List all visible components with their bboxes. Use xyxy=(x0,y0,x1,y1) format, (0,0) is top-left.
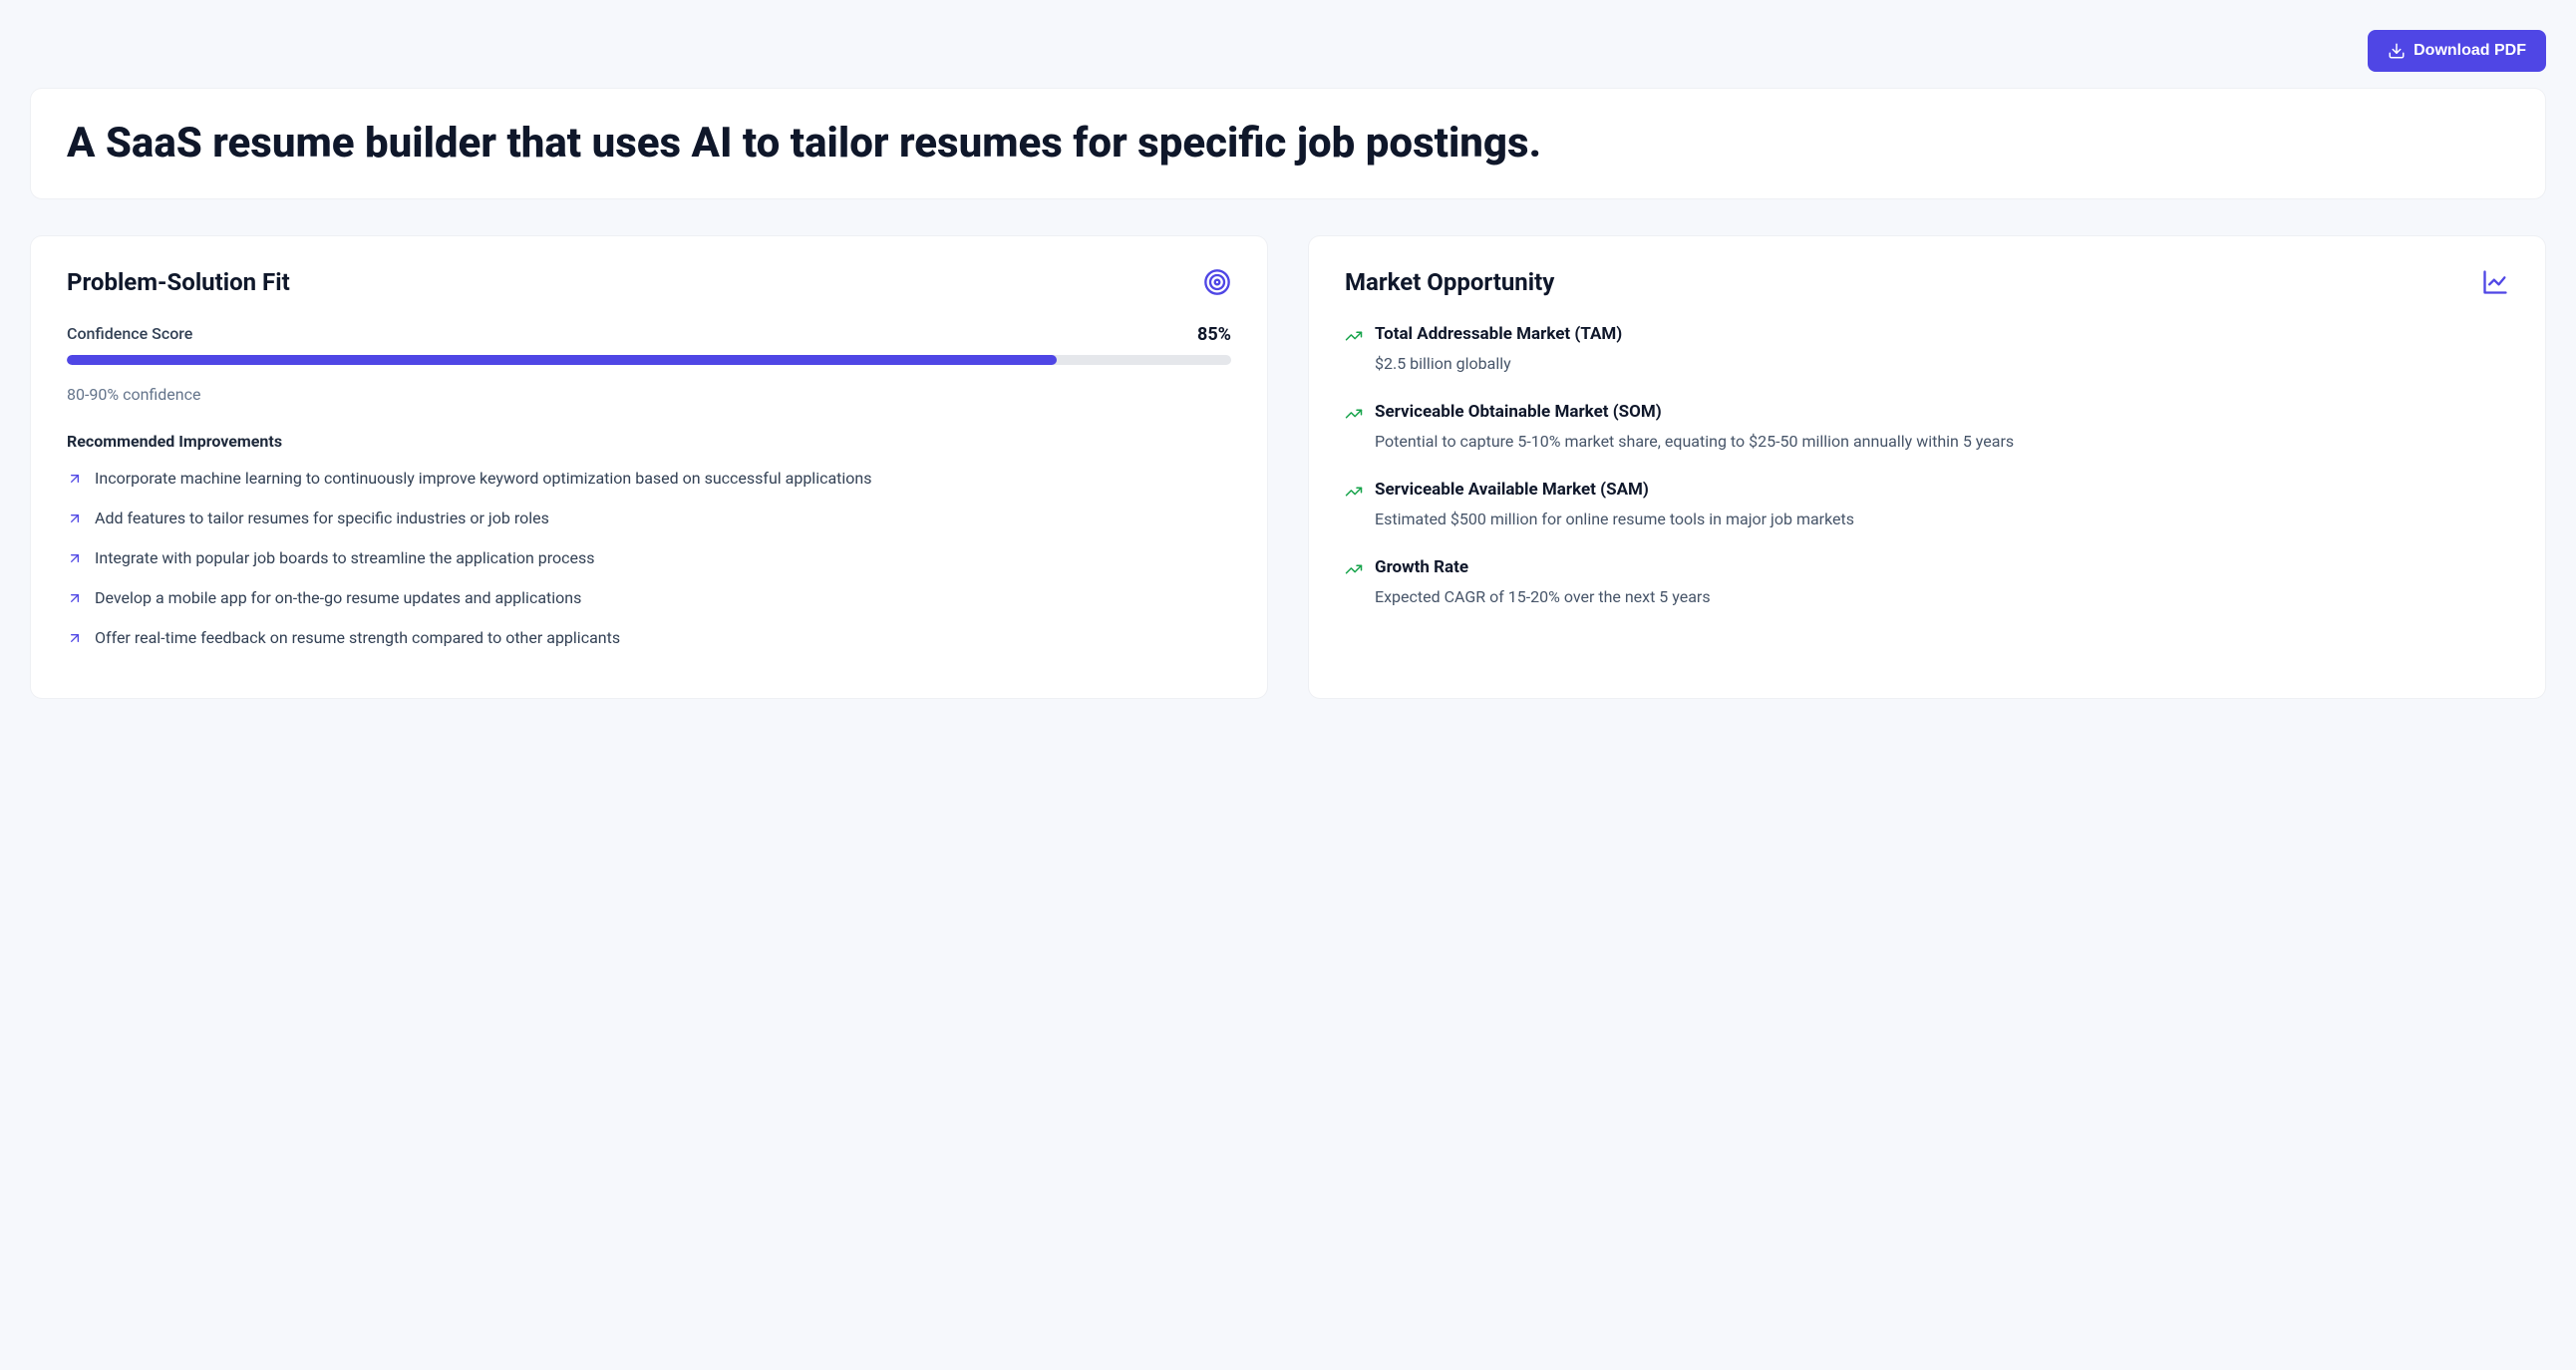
recommendation-text: Offer real-time feedback on resume stren… xyxy=(95,626,620,650)
market-item-title: Total Addressable Market (TAM) xyxy=(1375,324,1622,344)
recommendation-item: Add features to tailor resumes for speci… xyxy=(67,507,1231,530)
title-card: A SaaS resume builder that uses AI to ta… xyxy=(30,88,2546,199)
market-item: Serviceable Obtainable Market (SOM) Pote… xyxy=(1345,402,2509,454)
arrow-up-right-icon xyxy=(67,550,83,566)
chart-line-icon xyxy=(2481,268,2509,296)
recommendation-item: Incorporate machine learning to continuo… xyxy=(67,467,1231,491)
market-list: Total Addressable Market (TAM) $2.5 bill… xyxy=(1345,324,2509,609)
recommendations-list: Incorporate machine learning to continuo… xyxy=(67,467,1231,650)
market-opportunity-card: Market Opportunity Total Addressable Mar… xyxy=(1308,235,2546,699)
download-icon xyxy=(2388,42,2406,60)
market-item: Total Addressable Market (TAM) $2.5 bill… xyxy=(1345,324,2509,376)
recommendation-text: Incorporate machine learning to continuo… xyxy=(95,467,872,491)
market-item-desc: Estimated $500 million for online resume… xyxy=(1375,508,1854,531)
confidence-score-value: 85% xyxy=(1197,324,1231,345)
cards-grid: Problem-Solution Fit Confidence Score 85… xyxy=(30,235,2546,699)
recommended-improvements-heading: Recommended Improvements xyxy=(67,432,1231,451)
trending-up-icon xyxy=(1345,405,1363,423)
problem-solution-card: Problem-Solution Fit Confidence Score 85… xyxy=(30,235,1268,699)
confidence-progress xyxy=(67,355,1231,365)
confidence-progress-fill xyxy=(67,355,1057,365)
target-icon xyxy=(1203,268,1231,296)
card-header: Market Opportunity xyxy=(1345,268,2509,296)
card-header: Problem-Solution Fit xyxy=(67,268,1231,296)
trending-up-icon xyxy=(1345,560,1363,578)
market-item-title: Serviceable Available Market (SAM) xyxy=(1375,480,1854,500)
recommendation-item: Offer real-time feedback on resume stren… xyxy=(67,626,1231,650)
confidence-score-row: Confidence Score 85% xyxy=(67,324,1231,345)
arrow-up-right-icon xyxy=(67,471,83,487)
recommendation-item: Develop a mobile app for on-the-go resum… xyxy=(67,586,1231,610)
page-title: A SaaS resume builder that uses AI to ta… xyxy=(67,119,2509,169)
arrow-up-right-icon xyxy=(67,511,83,526)
market-opportunity-heading: Market Opportunity xyxy=(1345,268,1554,296)
market-item-desc: Expected CAGR of 15-20% over the next 5 … xyxy=(1375,585,1711,609)
arrow-up-right-icon xyxy=(67,630,83,646)
market-item: Serviceable Available Market (SAM) Estim… xyxy=(1345,480,2509,531)
confidence-score-label: Confidence Score xyxy=(67,324,192,345)
arrow-up-right-icon xyxy=(67,590,83,606)
trending-up-icon xyxy=(1345,483,1363,501)
recommendation-text: Add features to tailor resumes for speci… xyxy=(95,507,549,530)
market-item-desc: $2.5 billion globally xyxy=(1375,352,1622,376)
market-item-desc: Potential to capture 5-10% market share,… xyxy=(1375,430,2014,454)
download-pdf-label: Download PDF xyxy=(2414,42,2526,60)
topbar: Download PDF xyxy=(30,30,2546,72)
trending-up-icon xyxy=(1345,327,1363,345)
recommendation-item: Integrate with popular job boards to str… xyxy=(67,546,1231,570)
market-item: Growth Rate Expected CAGR of 15-20% over… xyxy=(1345,557,2509,609)
recommendation-text: Integrate with popular job boards to str… xyxy=(95,546,595,570)
problem-solution-heading: Problem-Solution Fit xyxy=(67,268,290,296)
download-pdf-button[interactable]: Download PDF xyxy=(2368,30,2546,72)
market-item-title: Growth Rate xyxy=(1375,557,1711,577)
market-item-title: Serviceable Obtainable Market (SOM) xyxy=(1375,402,2014,422)
confidence-note: 80-90% confidence xyxy=(67,385,1231,404)
recommendation-text: Develop a mobile app for on-the-go resum… xyxy=(95,586,581,610)
